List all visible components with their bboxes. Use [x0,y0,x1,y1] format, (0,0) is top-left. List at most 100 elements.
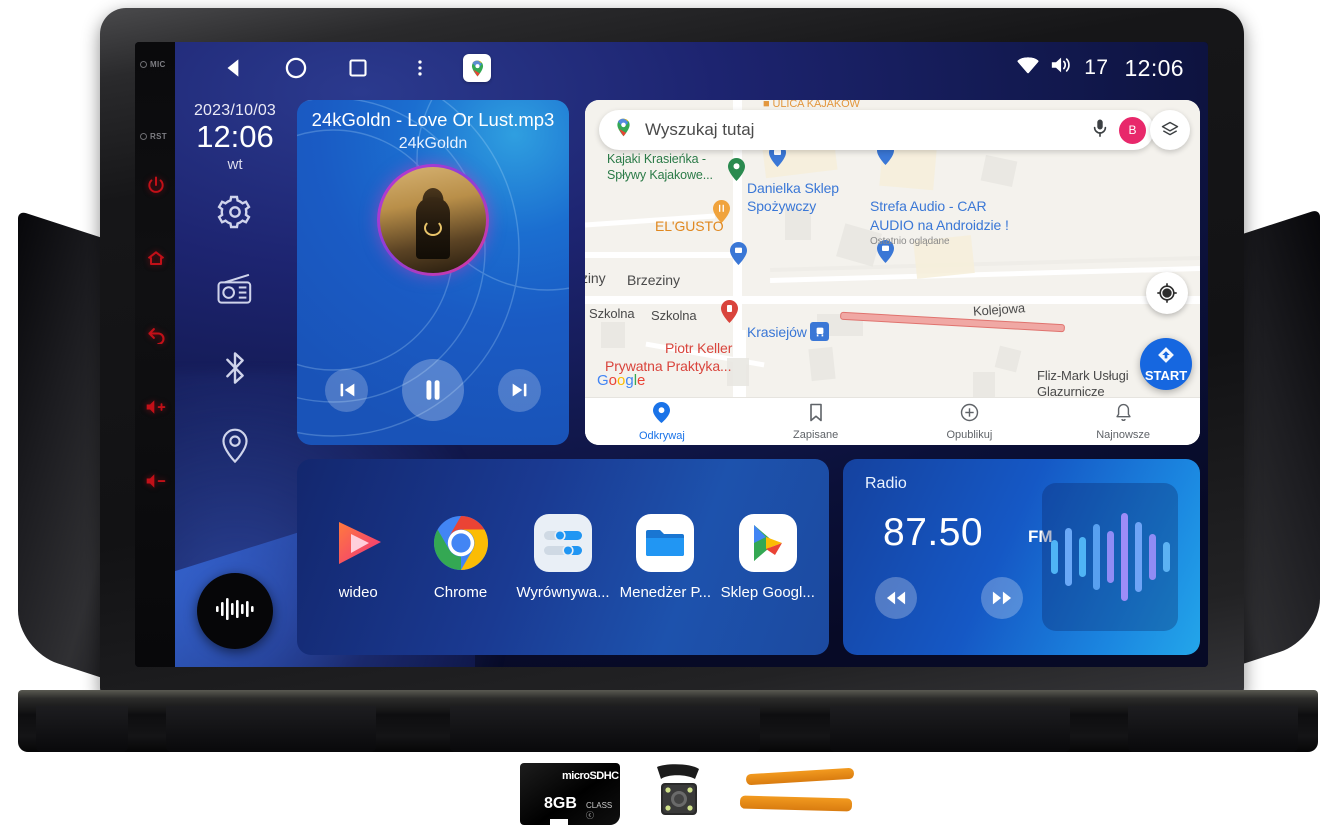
google-maps-icon[interactable] [463,54,491,82]
microphone-icon[interactable] [1091,118,1109,143]
microsd-logo: microSDHC [562,770,619,782]
app-google-play[interactable]: Sklep Googl... [720,513,816,601]
equalizer-icon [533,513,593,573]
map-pin-green[interactable] [728,158,745,181]
map-pin-shop[interactable] [730,242,747,265]
volume-down-button-icon[interactable] [141,468,171,494]
map-label: Strefa Audio - CAR [870,198,987,214]
location-pin-icon[interactable] [214,425,256,467]
music-player-card[interactable]: 24kGoldn - Love Or Lust.mp3 24kGoldn [297,100,569,445]
app-shortcuts-card: wideo Chrome Wyrównywa... Menedżer P... … [297,459,829,655]
app-label: Sklep Googl... [720,584,815,601]
google-maps-card[interactable]: ■ ULICA KAJAKÓW Kajaki Krasieńka - Spływ… [585,100,1200,445]
waveform-icon [214,594,256,629]
map-label: Fliz-Mark Usługi [1037,368,1129,383]
left-dock: 2023/10/03 12:06 wt [175,94,295,667]
rewind-icon[interactable] [875,577,917,619]
back-triangle-icon[interactable] [203,42,265,94]
mic-led-label: MIC [150,60,166,69]
map-label: ziny [585,270,606,286]
app-chrome[interactable]: Chrome [413,513,509,601]
map-label: Kajaki Krasieńka - [607,152,706,166]
avatar[interactable]: B [1119,116,1146,144]
mic-led-dot [140,61,147,68]
back-button-icon[interactable] [141,320,171,346]
music-widget-button[interactable] [197,573,273,649]
power-button-icon[interactable] [141,172,171,198]
radio-icon[interactable] [214,269,256,311]
map-search-placeholder: Wyszukaj tutaj [645,120,755,139]
home-circle-icon[interactable] [265,42,327,94]
reset-led: RST [140,130,172,143]
volume-up-button-icon[interactable] [141,394,171,420]
map-canvas[interactable]: ■ ULICA KAJAKÓW Kajaki Krasieńka - Spływ… [585,100,1200,445]
map-label: Danielka Sklep [747,180,839,196]
microsd-capacity: 8GB [544,795,577,812]
map-pin-clinic[interactable] [721,300,738,323]
google-watermark: Google [597,372,646,389]
map-label: AUDIO na Androidzie ! [870,217,1009,233]
home-button-icon[interactable] [141,246,171,272]
dock-weekday: wt [227,155,243,173]
pry-tools [739,767,855,819]
map-nav-najnowsze[interactable]: Najnowsze [1046,403,1200,441]
skip-next-icon[interactable] [498,368,541,412]
map-layers-icon[interactable] [1150,110,1190,150]
plus-circle-icon [960,403,979,427]
app-equalizer[interactable]: Wyrównywa... [515,513,611,601]
dock-date: 2023/10/03 [193,102,277,119]
map-nav-odkrywaj[interactable]: Odkrywaj [585,401,739,442]
app-wideo[interactable]: wideo [310,513,406,601]
map-label: Szkolna [651,308,697,323]
settings-gear-icon[interactable] [214,191,256,233]
navigation-bar [203,42,491,94]
map-label: Krasiejów [747,324,807,340]
head-unit-device: MIC RST 17 12:06 2023/10/03 12:06 wt 24k… [0,0,1333,835]
map-nav-zapisane[interactable]: Zapisane [739,403,893,441]
map-search-bar[interactable]: Wyszukaj tutaj B [599,110,1154,150]
start-label: START [1144,368,1188,383]
audio-waveform-icon [1042,483,1178,631]
mic-led: MIC [140,58,172,71]
skip-previous-icon[interactable] [325,368,368,412]
reset-led-label: RST [150,132,167,141]
rear-view-camera [645,761,711,827]
my-location-icon[interactable] [1146,272,1188,314]
bundled-accessories: microSDHC 8GB CLASS ⓒ [0,755,1333,835]
app-file-manager[interactable]: Menedżer P... [617,513,713,601]
map-label: Spływy Kajakowe... [607,168,713,182]
google-maps-pin-icon [613,117,634,143]
explore-pin-icon [653,401,671,428]
track-artist: 24kGoldn [398,135,468,152]
microsd-card: microSDHC 8GB CLASS ⓒ [520,763,620,825]
more-vertical-icon[interactable] [389,42,451,94]
app-label: Chrome [433,584,488,601]
volume-level: 17 [1084,56,1109,79]
map-label: EL'GUSTO [655,218,724,234]
volume-icon [1050,55,1074,81]
bluetooth-icon[interactable] [214,347,256,389]
recents-square-icon[interactable] [327,42,389,94]
radio-card[interactable]: Radio 87.50 FM [843,459,1200,655]
status-clock: 12:06 [1124,54,1184,81]
video-player-icon [328,513,388,573]
map-nav-opublikuj[interactable]: Opublikuj [893,403,1047,441]
playback-controls [297,359,569,421]
map-label: Piotr Keller [665,340,733,356]
status-bar: 17 12:06 [175,42,1208,94]
radio-title: Radio [865,475,907,492]
map-bottom-nav: Odkrywaj Zapisane Opublikuj Najnowsze [585,397,1200,445]
bookmark-icon [808,403,824,427]
route-highlight [839,311,1066,333]
reset-led-dot [140,133,147,140]
navigation-arrow-icon [1156,345,1176,370]
radio-frequency: 87.50 [883,511,984,554]
map-label: Ostatnio oglądane [870,236,950,247]
fast-forward-icon[interactable] [981,577,1023,619]
pause-icon[interactable] [402,359,464,421]
map-label: Kolejowa [972,300,1026,319]
map-station-marker[interactable] [810,322,829,341]
start-navigation-button[interactable]: START [1140,338,1192,390]
app-label: wideo [338,584,378,601]
dock-time: 12:06 [196,119,274,154]
